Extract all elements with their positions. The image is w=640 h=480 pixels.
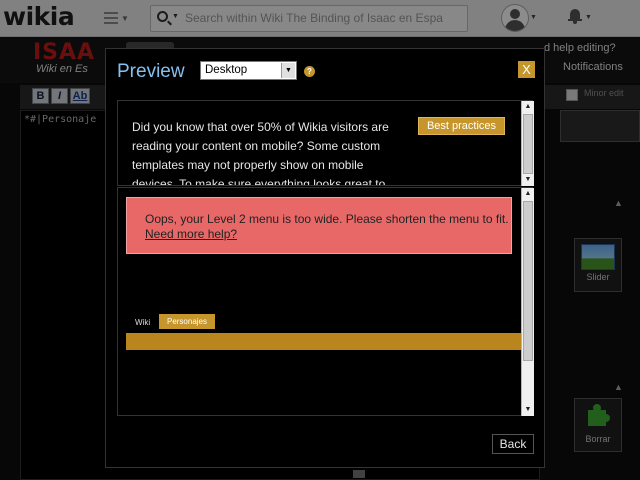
scroll-down-icon[interactable]: ▼	[522, 174, 534, 186]
best-practices-button[interactable]: Best practices	[418, 117, 505, 135]
modal-title: Preview	[117, 61, 185, 82]
preview-nav-wiki: Wiki	[135, 318, 151, 327]
notice-scrollbar[interactable]: ▲ ▼	[521, 101, 534, 186]
scrollbar-thumb[interactable]	[523, 114, 533, 174]
device-select[interactable]: Desktop ▼	[200, 61, 297, 80]
scroll-up-icon[interactable]: ▲	[522, 101, 534, 113]
back-button[interactable]: Back	[492, 434, 534, 454]
chevron-down-icon[interactable]: ▼	[281, 63, 295, 78]
help-icon[interactable]: ?	[304, 66, 315, 77]
error-message: Oops, your Level 2 menu is too wide. Ple…	[126, 197, 512, 254]
mobile-notice-text: Did you know that over 50% of Wikia visi…	[132, 120, 389, 186]
scroll-down-icon[interactable]: ▼	[522, 404, 534, 416]
preview-scrollbar[interactable]: ▲ ▼	[521, 188, 534, 416]
scroll-up-icon[interactable]: ▲	[522, 188, 534, 200]
scrollbar-thumb[interactable]	[523, 201, 533, 361]
preview-nav-tab: Personajes	[159, 314, 215, 329]
close-button[interactable]: X	[518, 61, 535, 78]
mobile-notice-panel: Did you know that over 50% of Wikia visi…	[117, 100, 533, 186]
device-select-value: Desktop	[205, 64, 248, 76]
error-text: Oops, your Level 2 menu is too wide. Ple…	[145, 212, 509, 226]
need-more-help-link[interactable]: Need more help?	[145, 227, 237, 241]
preview-navigation-bar	[126, 333, 521, 350]
